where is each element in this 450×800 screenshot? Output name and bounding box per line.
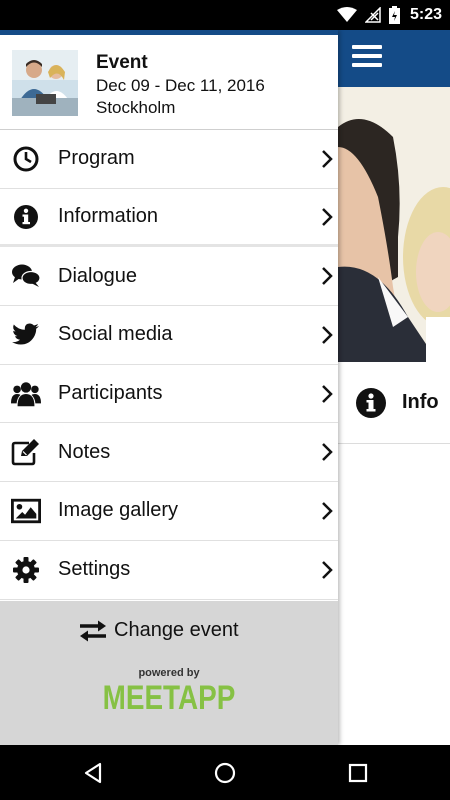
change-event-button[interactable]: Change event [78,619,239,642]
menu-item-settings[interactable]: Settings [0,541,338,600]
wifi-icon [336,7,357,22]
chevron-right-icon [322,326,333,344]
swap-arrows-icon [80,620,106,641]
chevron-right-icon [322,560,333,579]
chevron-right-icon [322,384,333,403]
event-header[interactable]: Event Dec 09 - Dec 11, 2016 Stockholm [0,35,338,130]
back-icon[interactable] [78,758,108,788]
twitter-icon [11,320,41,350]
menu-item-label: Information [58,205,159,228]
menu-item-image-gallery[interactable]: Image gallery [0,482,338,541]
menu-item-label: Program [58,147,135,170]
menu-hamburger-icon[interactable] [352,45,382,71]
information-card[interactable]: Info [338,362,450,444]
chevron-right-icon [322,502,333,520]
edit-icon [11,437,41,467]
menu-item-label: Social media [58,323,173,346]
menu-item-information[interactable]: Information [0,189,338,248]
status-time: 5:23 [409,6,442,23]
battery-icon [388,6,400,24]
chevron-right-icon [322,443,333,462]
menu-item-label: Notes [58,440,111,463]
no-signal-icon [364,7,381,23]
event-thumbnail [12,50,78,116]
change-event-label: Change event [114,619,239,641]
info-circle-icon [356,387,386,418]
menu-item-social-media[interactable]: Social media [0,306,338,365]
info-icon [11,202,41,232]
menu-item-notes[interactable]: Notes [0,423,338,483]
menu-item-participants[interactable]: Participants [0,365,338,424]
event-title: Event [96,52,148,73]
information-card-label: Info [402,391,439,413]
event-location: Stockholm [96,98,176,117]
status-icons: 5:23 [336,0,442,30]
chevron-right-icon [322,267,333,286]
chat-bubbles-icon [11,261,41,291]
meetapp-logo: MEETAPP [102,679,236,717]
clock-icon [11,144,41,174]
recent-apps-icon[interactable] [343,758,373,788]
menu-item-program[interactable]: Program [0,130,338,189]
home-icon[interactable] [210,758,240,788]
menu-item-label: Participants [58,382,163,405]
status-bar: 5:23 [0,0,450,30]
chevron-right-icon [322,207,333,226]
chevron-right-icon [322,149,333,168]
powered-by-text: powered by [138,667,200,679]
menu-item-label: Dialogue [58,264,137,287]
event-dates: Dec 09 - Dec 11, 2016 [96,76,265,95]
menu-item-dialogue[interactable]: Dialogue [0,247,338,307]
navigation-drawer: Event Dec 09 - Dec 11, 2016 Stockholm Pr… [0,30,338,745]
hero-image [338,87,450,362]
people-icon [11,379,41,409]
system-nav-bar [0,745,450,800]
drawer-footer: Change event powered by MEETAPP [0,601,338,745]
menu-item-label: Settings [58,558,131,581]
image-icon [11,496,41,526]
gear-icon [11,555,41,585]
menu-item-label: Image gallery [58,499,179,522]
